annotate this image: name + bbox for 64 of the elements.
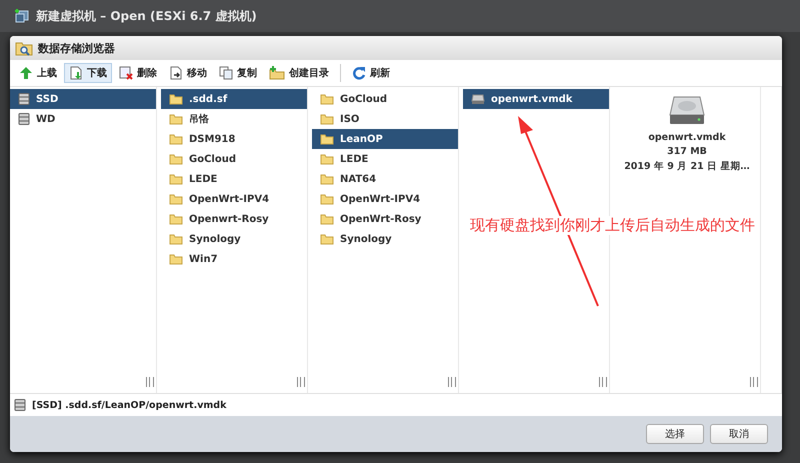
dialog-button[interactable]: 取消 (710, 424, 768, 444)
document-delete-icon (119, 66, 133, 80)
vm-icon (14, 8, 30, 24)
toolbar-button[interactable]: 创建目录 (264, 63, 334, 83)
list-item[interactable]: 吊恪 (161, 109, 307, 129)
list-item[interactable]: openwrt.vmdk (463, 89, 609, 109)
list-item[interactable]: Win7 (161, 249, 307, 269)
file-date: 2019 年 9 月 21 日 星期… (624, 160, 750, 173)
list-item[interactable]: GoCloud (312, 89, 458, 109)
file-path: [SSD] .sdd.sf/LeanOP/openwrt.vmdk (32, 400, 226, 410)
folder-icon (169, 233, 183, 245)
dialog-title: 数据存储浏览器 (38, 40, 115, 56)
file-name: openwrt.vmdk (648, 132, 726, 143)
folder-icon (169, 113, 183, 125)
toolbar-button[interactable]: 上载 (14, 63, 62, 83)
list-item[interactable]: Synology (312, 229, 458, 249)
list-item[interactable]: NAT64 (312, 169, 458, 189)
list-item[interactable]: Openwrt-Rosy (161, 209, 307, 229)
list-item[interactable]: LeanOP (312, 129, 458, 149)
folder-icon (320, 213, 334, 225)
folder-icon (169, 153, 183, 165)
folder-icon (320, 133, 334, 145)
up-arrow-icon (19, 66, 33, 80)
list-item[interactable]: LEDE (312, 149, 458, 169)
window-title: 新建虚拟机 – Open (ESXi 6.7 虚拟机) (36, 8, 257, 24)
folder-icon (169, 93, 183, 105)
list-item[interactable]: LEDE (161, 169, 307, 189)
file-size: 317 MB (667, 146, 707, 157)
new-folder-icon (269, 66, 285, 80)
folder-icon (169, 133, 183, 145)
list-item[interactable]: ISO (312, 109, 458, 129)
folder-icon (169, 173, 183, 185)
folder-icon (320, 113, 334, 125)
document-move-icon (169, 66, 183, 80)
hard-drive-icon (471, 93, 485, 105)
toolbar-button[interactable]: 刷新 (347, 63, 395, 83)
annotation-text: 现有硬盘找到你刚才上传后自动生成的文件 (470, 216, 755, 235)
toolbar-button[interactable]: 复制 (214, 63, 262, 83)
toolbar-button[interactable]: 下载 (64, 63, 112, 83)
folder-icon (320, 93, 334, 105)
list-item[interactable]: OpenWrt-IPV4 (312, 189, 458, 209)
document-download-icon (69, 66, 83, 80)
copy-icon (219, 66, 233, 80)
folder-icon (320, 193, 334, 205)
list-item[interactable]: Synology (161, 229, 307, 249)
list-item[interactable]: .sdd.sf (161, 89, 307, 109)
folder-icon (169, 213, 183, 225)
list-item[interactable]: OpenWrt-Rosy (312, 209, 458, 229)
folder-icon (320, 173, 334, 185)
refresh-icon (352, 66, 366, 80)
folder-icon (169, 193, 183, 205)
folder-icon (320, 153, 334, 165)
folder-icon (169, 253, 183, 265)
list-item[interactable]: OpenWrt-IPV4 (161, 189, 307, 209)
hard-drive-icon (669, 95, 705, 125)
folder-search-icon (15, 40, 33, 56)
list-item[interactable]: GoCloud (161, 149, 307, 169)
toolbar-button[interactable]: 移动 (164, 63, 212, 83)
toolbar-button[interactable]: 删除 (114, 63, 162, 83)
list-item[interactable]: SSD (10, 89, 156, 109)
folder-icon (320, 233, 334, 245)
list-item[interactable]: DSM918 (161, 129, 307, 149)
list-item[interactable]: WD (10, 109, 156, 129)
dialog-button[interactable]: 选择 (646, 424, 704, 444)
